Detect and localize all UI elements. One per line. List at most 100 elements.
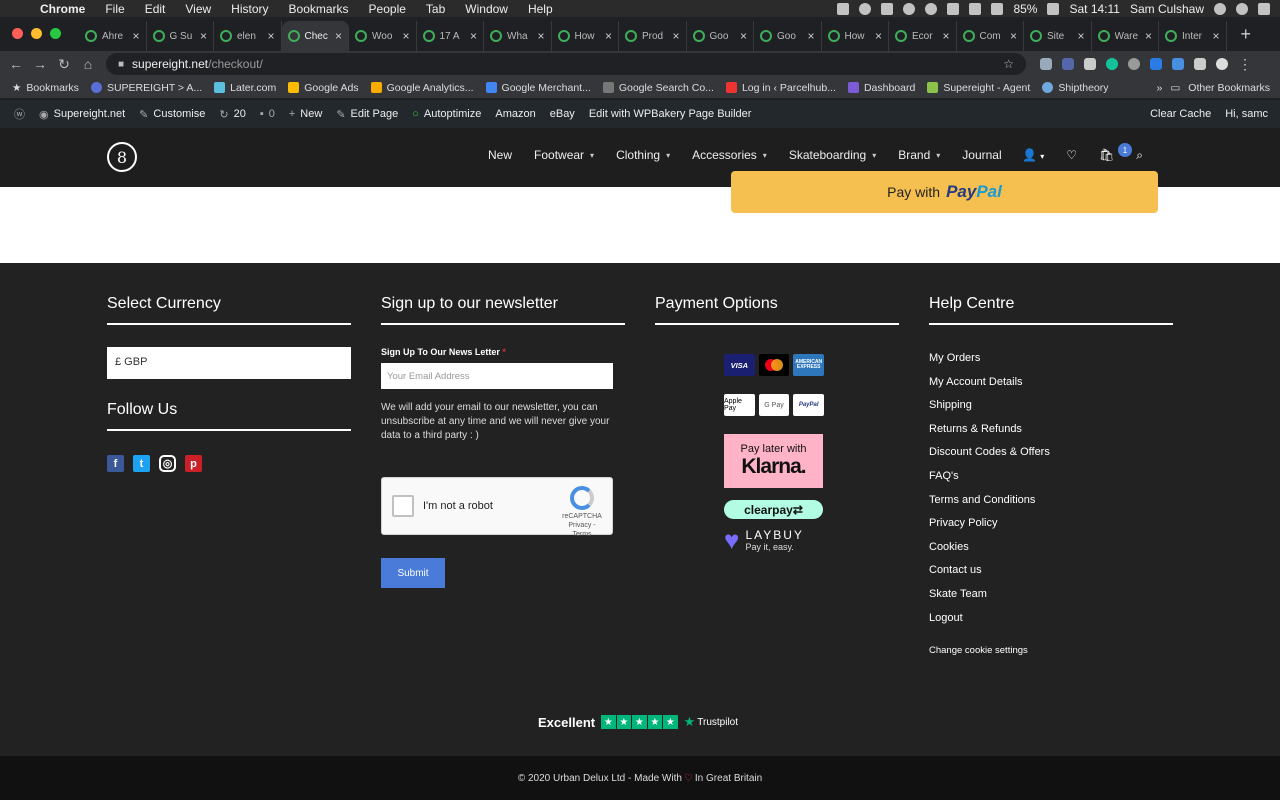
bookmark-search-console[interactable]: Google Search Co...	[602, 82, 714, 94]
extension-icon[interactable]	[1172, 58, 1184, 70]
browser-tab[interactable]: Goo ×	[687, 21, 754, 51]
close-tab-icon[interactable]: ×	[470, 29, 477, 43]
help-link[interactable]: Logout	[929, 612, 1173, 636]
currency-select[interactable]: £ GBP	[107, 347, 351, 379]
twitter-icon[interactable]: t	[133, 455, 150, 472]
bookmark-star-icon[interactable]: ☆	[1003, 57, 1014, 71]
wp-customise[interactable]: ✎ Customise	[139, 108, 205, 121]
bookmark-google-analytics[interactable]: Google Analytics...	[370, 82, 474, 94]
close-tab-icon[interactable]: ×	[672, 29, 679, 43]
menu-view[interactable]: View	[175, 2, 221, 16]
browser-tab[interactable]: G Su ×	[147, 21, 214, 51]
forward-icon[interactable]: →	[28, 56, 52, 72]
zoom-window-button[interactable]	[50, 28, 61, 39]
bluetooth-icon[interactable]	[947, 2, 960, 15]
email-field[interactable]	[381, 363, 613, 389]
grammarly-icon[interactable]	[1106, 58, 1118, 70]
cookie-settings-link[interactable]: Change cookie settings	[929, 645, 1173, 656]
extension-icon[interactable]	[1062, 58, 1074, 70]
browser-tab[interactable]: How ×	[822, 21, 889, 51]
help-link[interactable]: My Orders	[929, 352, 1173, 376]
close-tab-icon[interactable]: ×	[605, 29, 612, 43]
nav-item-skateboarding[interactable]: Skateboarding ▾	[789, 148, 876, 162]
notification-center-icon[interactable]	[1258, 2, 1270, 15]
recaptcha-checkbox[interactable]	[392, 495, 414, 517]
menu-people[interactable]: People	[359, 2, 416, 16]
clear-cache-button[interactable]: Clear Cache	[1150, 108, 1211, 120]
browser-tab[interactable]: Prod ×	[619, 21, 687, 51]
help-link[interactable]: Discount Codes & Offers	[929, 446, 1173, 470]
browser-tab[interactable]: Inter ×	[1159, 21, 1227, 51]
home-icon[interactable]: ⌂	[76, 56, 100, 72]
profile-avatar[interactable]	[1216, 58, 1228, 70]
menu-tab[interactable]: Tab	[416, 2, 455, 16]
kebab-menu-icon[interactable]: ⋮	[1238, 56, 1252, 73]
bookmark-dashboard[interactable]: Dashboard	[847, 82, 915, 94]
bookmark-supereight-agent[interactable]: Supereight - Agent	[927, 82, 1030, 94]
close-tab-icon[interactable]: ×	[267, 29, 274, 43]
bookmark-shiptheory[interactable]: Shiptheory	[1042, 82, 1109, 94]
help-link[interactable]: FAQ's	[929, 470, 1173, 494]
creative-cloud-icon[interactable]	[859, 2, 872, 15]
help-link[interactable]: Terms and Conditions	[929, 494, 1173, 518]
close-tab-icon[interactable]: ×	[1145, 29, 1152, 43]
help-link[interactable]: Privacy Policy	[929, 517, 1173, 541]
menu-bookmarks[interactable]: Bookmarks	[279, 2, 359, 16]
new-tab-button[interactable]: +	[1227, 24, 1252, 51]
minimize-window-button[interactable]	[31, 28, 42, 39]
close-tab-icon[interactable]: ×	[942, 29, 949, 43]
wifi-icon[interactable]	[969, 2, 982, 15]
nav-item-clothing[interactable]: Clothing ▾	[616, 148, 670, 162]
close-tab-icon[interactable]: ×	[740, 29, 747, 43]
close-tab-icon[interactable]: ×	[1077, 29, 1084, 43]
trustpilot-widget[interactable]: Excellent ★ ★ ★ ★ ★ ★ Trustpilot	[538, 714, 738, 730]
browser-tab[interactable]: Ware ×	[1092, 21, 1159, 51]
facebook-icon[interactable]: f	[107, 455, 124, 472]
wishlist-icon[interactable]: ♡	[1066, 148, 1077, 163]
siri-icon[interactable]	[1236, 2, 1248, 15]
help-link[interactable]: Skate Team	[929, 588, 1173, 612]
pinterest-icon[interactable]: p	[185, 455, 202, 472]
menu-help[interactable]: Help	[518, 2, 563, 16]
wd-icon[interactable]	[837, 2, 850, 15]
browser-tab[interactable]: elen ×	[214, 21, 282, 51]
instagram-icon[interactable]: ◎	[159, 455, 176, 472]
volume-icon[interactable]	[991, 2, 1004, 15]
battery-percent[interactable]: 85%	[1013, 2, 1037, 16]
menu-window[interactable]: Window	[455, 2, 518, 16]
nav-item-new[interactable]: New	[488, 148, 512, 162]
close-tab-icon[interactable]: ×	[807, 29, 814, 43]
cloud-icon[interactable]	[903, 2, 916, 15]
search-icon[interactable]: ⌕	[1136, 148, 1143, 163]
wp-ebay[interactable]: eBay	[550, 108, 575, 120]
menu-file[interactable]: File	[95, 2, 134, 16]
browser-tab[interactable]: Wha ×	[484, 21, 552, 51]
browser-tab[interactable]: Ecor ×	[889, 21, 957, 51]
close-tab-icon[interactable]: ×	[200, 29, 207, 43]
cart-icon[interactable]: 🛍	[1099, 148, 1114, 163]
back-icon[interactable]: ←	[4, 56, 28, 72]
bookmark-google-ads[interactable]: Google Ads	[288, 82, 359, 94]
bookmark-google-merchant[interactable]: Google Merchant...	[485, 82, 591, 94]
wp-autoptimize[interactable]: ○ Autoptimize	[412, 108, 481, 120]
help-link[interactable]: My Account Details	[929, 376, 1173, 400]
browser-tab[interactable]: Ahre ×	[79, 21, 147, 51]
close-tab-icon[interactable]: ×	[875, 29, 882, 43]
extension-icon[interactable]	[1040, 58, 1052, 70]
close-tab-icon[interactable]: ×	[1212, 29, 1219, 43]
submit-button[interactable]: Submit	[381, 558, 445, 588]
wp-new[interactable]: + New	[289, 108, 322, 120]
site-logo[interactable]: 8	[107, 142, 137, 172]
recaptcha-links[interactable]: Privacy - Terms	[560, 521, 604, 539]
bookmark-supereight-admin[interactable]: SUPEREIGHT > A...	[90, 82, 202, 94]
other-bookmarks[interactable]: Other Bookmarks	[1188, 82, 1270, 94]
menu-history[interactable]: History	[221, 2, 278, 16]
wp-edit-page[interactable]: ✎ Edit Page	[336, 108, 398, 121]
help-link[interactable]: Contact us	[929, 564, 1173, 588]
extensions-puzzle-icon[interactable]	[1194, 58, 1206, 70]
browser-tab[interactable]: Site ×	[1024, 21, 1092, 51]
close-tab-icon[interactable]: ×	[335, 29, 342, 43]
nav-item-brand[interactable]: Brand ▾	[898, 148, 940, 162]
dropbox-icon[interactable]	[881, 2, 894, 15]
browser-tab[interactable]: 17 A ×	[417, 21, 484, 51]
